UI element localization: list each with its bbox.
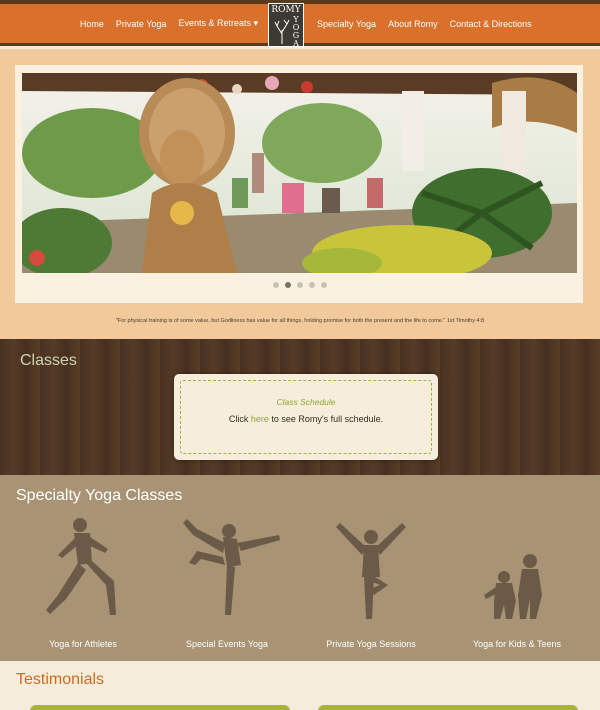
tree-pose-icon: [336, 523, 406, 619]
athletes-item[interactable]: Yoga for Athletes: [8, 515, 158, 649]
class-schedule-card: Class Schedule Click here to see Romy's …: [174, 374, 438, 460]
special-events-item[interactable]: Special Events Yoga: [152, 515, 302, 649]
slider-dot-1[interactable]: [273, 282, 279, 288]
schedule-text-after: to see Romy's full schedule.: [268, 414, 384, 424]
kids-teens-item[interactable]: Yoga for Kids & Teens: [442, 515, 592, 649]
bible-quote: "For physical training is of some value,…: [115, 318, 485, 324]
schedule-title: Class Schedule: [276, 397, 336, 407]
testimonials-section: Testimonials: [0, 661, 600, 710]
hero-photo: [22, 73, 577, 273]
slider-dots: [0, 282, 600, 288]
testimonials-heading: Testimonials: [16, 671, 105, 688]
private-sessions-label: Private Yoga Sessions: [326, 639, 416, 649]
testimonial-card-2: [318, 705, 578, 710]
special-events-label: Special Events Yoga: [185, 639, 269, 649]
runner-icon: [46, 518, 116, 615]
slider-dot-5[interactable]: [321, 282, 327, 288]
slider-dot-2[interactable]: [285, 282, 291, 288]
logo-text-yoga: YOGA: [292, 15, 300, 48]
schedule-text-before: Click: [228, 414, 251, 424]
slider-dot-4[interactable]: [309, 282, 315, 288]
kids-teens-label: Yoga for Kids & Teens: [472, 639, 562, 649]
specialty-heading: Specialty Yoga Classes: [16, 487, 183, 504]
nav-private-yoga[interactable]: Private Yoga: [116, 19, 167, 29]
nav-about-romy[interactable]: About Romy: [388, 19, 438, 29]
nav-contact[interactable]: Contact & Directions: [450, 19, 532, 29]
schedule-text: Click here to see Romy's full schedule.: [174, 414, 438, 424]
dancer-pose-icon: [183, 519, 280, 615]
nav-left: Home Private Yoga Events & Retreats ▾: [74, 4, 264, 43]
tree-icon: [274, 19, 290, 44]
classes-heading: Classes: [20, 352, 77, 369]
kids-icon: [484, 554, 542, 619]
nav-right: Specialty Yoga About Romy Contact & Dire…: [311, 4, 538, 43]
private-sessions-item[interactable]: Private Yoga Sessions: [296, 515, 446, 649]
slider-dot-3[interactable]: [297, 282, 303, 288]
specialty-section: Specialty Yoga Classes Yoga for Athletes: [0, 475, 600, 661]
site-logo[interactable]: ROMY YOGA: [268, 3, 304, 48]
testimonial-card-1: [30, 705, 290, 710]
hero-slide-image: [22, 73, 577, 273]
athletes-label: Yoga for Athletes: [49, 639, 117, 649]
schedule-here-link[interactable]: here: [251, 414, 269, 424]
nav-events-retreats[interactable]: Events & Retreats ▾: [178, 18, 258, 29]
nav-specialty-yoga[interactable]: Specialty Yoga: [317, 19, 376, 29]
nav-home[interactable]: Home: [80, 19, 104, 29]
logo-text-romy: ROMY: [271, 5, 301, 15]
